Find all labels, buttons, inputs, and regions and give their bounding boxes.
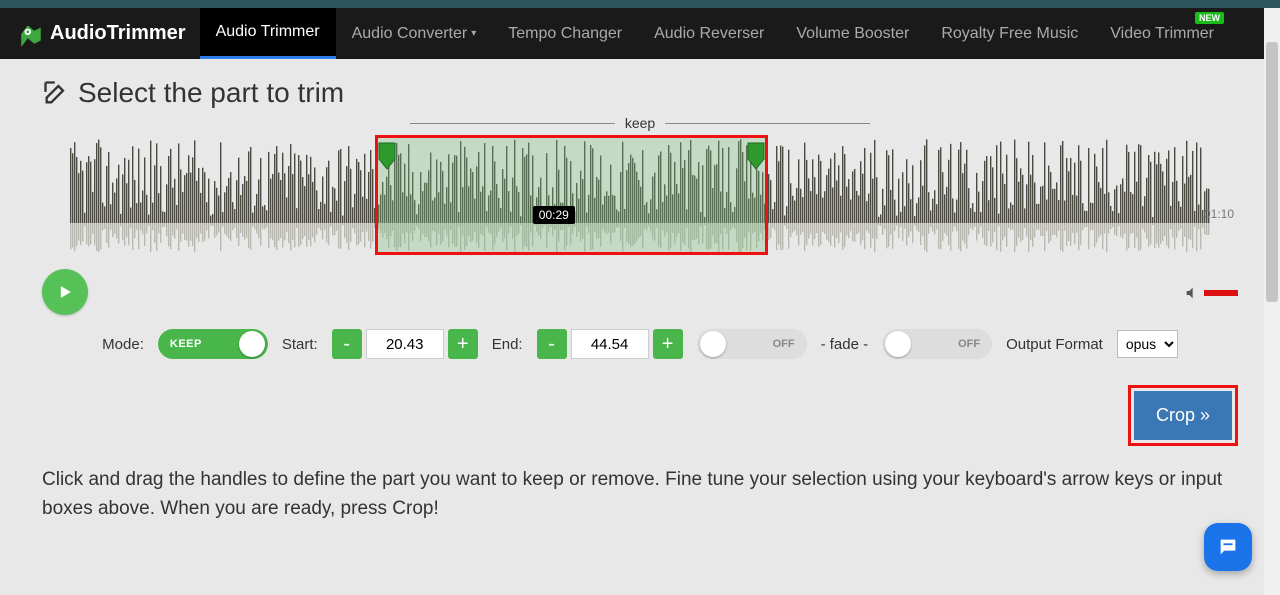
caret-down-icon: ▾ — [471, 28, 476, 39]
end-plus[interactable]: + — [653, 329, 683, 359]
duration-label: 01:10 — [1204, 207, 1234, 221]
output-format-label: Output Format — [1006, 336, 1103, 353]
keep-label: keep — [615, 115, 665, 131]
logo-text: AudioTrimmer — [50, 22, 186, 45]
volume-bar[interactable] — [1204, 290, 1238, 296]
nav-royalty-free-music[interactable]: Royalty Free Music — [925, 8, 1094, 59]
loop-toggle[interactable]: OFF — [697, 329, 807, 359]
nav-video-trimmer[interactable]: Video TrimmerNEW — [1094, 8, 1230, 59]
end-label: End: — [492, 336, 523, 353]
start-label: Start: — [282, 336, 318, 353]
output-format-select[interactable]: opus — [1117, 330, 1178, 358]
keep-indicator: keep — [410, 115, 870, 131]
crop-button[interactable]: Crop » — [1134, 391, 1232, 440]
help-fab[interactable] — [1204, 523, 1252, 571]
mode-toggle[interactable]: KEEP — [158, 329, 268, 359]
time-tooltip: 00:29 — [533, 206, 575, 224]
start-plus[interactable]: + — [448, 329, 478, 359]
nav-volume-booster[interactable]: Volume Booster — [780, 8, 925, 59]
instructions-text: Click and drag the handles to define the… — [42, 466, 1238, 523]
handle-right[interactable] — [745, 141, 767, 171]
top-nav: AudioTrimmer Audio TrimmerAudio Converte… — [0, 0, 1280, 59]
logo[interactable]: AudioTrimmer — [18, 21, 186, 47]
end-input[interactable] — [571, 329, 649, 359]
chat-icon — [1217, 536, 1239, 558]
params: Mode: KEEP Start: - + End: - + OFF - fad… — [42, 329, 1238, 359]
new-badge: NEW — [1195, 12, 1224, 24]
edit-icon — [42, 79, 70, 107]
play-button[interactable] — [42, 269, 88, 315]
fade-toggle[interactable]: OFF — [882, 329, 992, 359]
page-title: Select the part to trim — [42, 77, 1238, 109]
scroll-thumb[interactable] — [1266, 42, 1278, 302]
start-input[interactable] — [366, 329, 444, 359]
trim-selection[interactable]: 00:29 — [375, 135, 768, 255]
handle-left[interactable] — [376, 141, 398, 171]
volume-control[interactable] — [1184, 285, 1238, 301]
play-icon — [55, 282, 75, 302]
nav-audio-reverser[interactable]: Audio Reverser — [638, 8, 780, 59]
mode-label: Mode: — [102, 336, 144, 353]
nav-audio-converter[interactable]: Audio Converter▾ — [336, 8, 493, 59]
nav-audio-trimmer[interactable]: Audio Trimmer — [200, 8, 336, 59]
volume-icon — [1184, 285, 1200, 301]
start-minus[interactable]: - — [332, 329, 362, 359]
waveform-container[interactable]: 00:29 01:10 — [42, 135, 1238, 255]
logo-icon — [18, 21, 44, 47]
end-minus[interactable]: - — [537, 329, 567, 359]
crop-highlight: Crop » — [1128, 385, 1238, 446]
nav-tempo-changer[interactable]: Tempo Changer — [492, 8, 638, 59]
fade-label: - fade - — [821, 336, 869, 353]
scrollbar[interactable] — [1264, 8, 1280, 595]
